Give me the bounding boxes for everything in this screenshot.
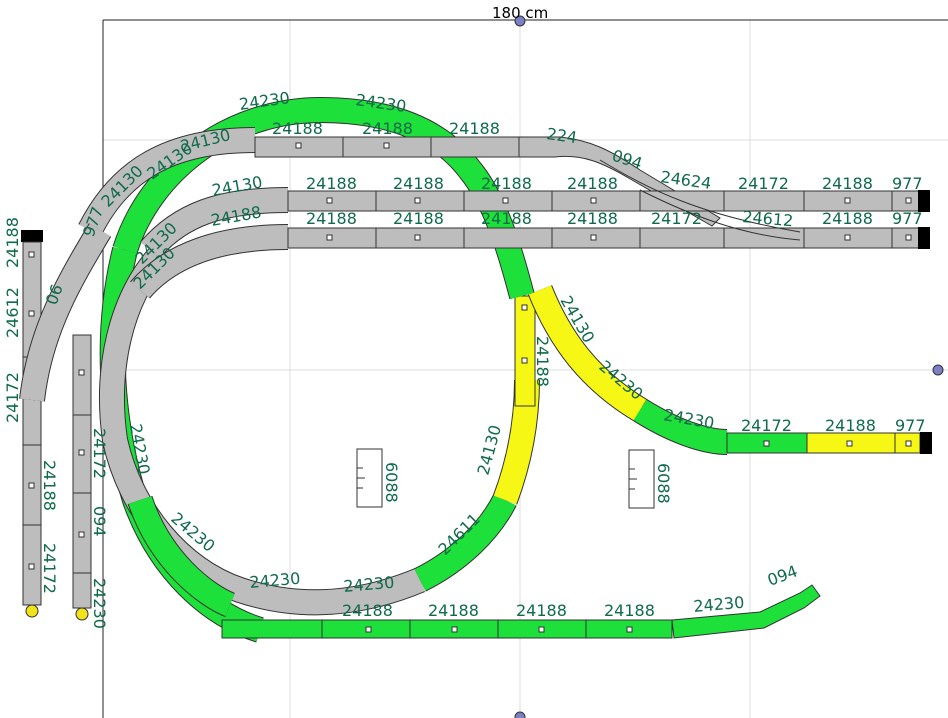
track-label: 094 [765, 561, 800, 589]
track-label: 24188 [567, 209, 618, 228]
track-label: 24188 [822, 209, 873, 228]
track-label: 24188 [272, 119, 323, 138]
track-label: 24188 [533, 336, 552, 387]
track-label: 24188 [481, 209, 532, 228]
buffer-stop-4[interactable] [21, 230, 43, 242]
track-label: 24172 [90, 428, 109, 479]
accessory-label: 6088 [654, 463, 673, 504]
track-label: 24172 [651, 209, 702, 228]
track-label: 24188 [481, 174, 532, 193]
track-label: 24188 [516, 601, 567, 620]
track-label: 24230 [693, 593, 745, 616]
track-label: 24230 [90, 578, 109, 629]
track-label: 24130 [474, 423, 506, 477]
buffer-stop-2[interactable] [918, 227, 930, 249]
track-label: 094 [90, 506, 109, 537]
board-handle-bottom[interactable] [514, 711, 526, 718]
track-layer[interactable] [19, 96, 932, 643]
track-label: 24172 [741, 416, 792, 435]
track-end-marker-1[interactable] [25, 604, 39, 618]
track-label: 24188 [40, 460, 59, 511]
track-label: 24188 [449, 119, 500, 138]
track-label: 24188 [342, 601, 393, 620]
track-label: 24188 [825, 416, 876, 435]
track-label: 24172 [738, 174, 789, 193]
board-width-label: 180 cm [492, 4, 548, 22]
track-label: 977 [892, 174, 923, 193]
track-label: 24188 [306, 209, 357, 228]
track-label: 24188 [306, 174, 357, 193]
track-label: 24188 [428, 601, 479, 620]
accessory-6088-b[interactable] [628, 449, 655, 509]
track-label: 977 [892, 209, 923, 228]
accessory-6088-a[interactable] [356, 448, 383, 508]
track-label: 24188 [362, 119, 413, 138]
track-end-marker-2[interactable] [75, 607, 89, 621]
track-label: 24612 [3, 287, 22, 338]
track-label: 24188 [567, 174, 618, 193]
track-label: 24172 [3, 372, 22, 423]
track-label: 977 [895, 416, 926, 435]
track-label: 24188 [393, 174, 444, 193]
buffer-stop-3[interactable] [920, 432, 932, 454]
accessory-label: 6088 [382, 462, 401, 503]
track-label: 24188 [3, 217, 22, 268]
track-label: 24188 [604, 601, 655, 620]
board-handle-right[interactable] [932, 364, 944, 376]
track-plan-canvas[interactable]: 180 cm 24230 24230 24188 24188 24188 224… [0, 0, 948, 718]
track-label: 24172 [40, 543, 59, 594]
track-label: 24188 [393, 209, 444, 228]
track-label: 24188 [822, 174, 873, 193]
